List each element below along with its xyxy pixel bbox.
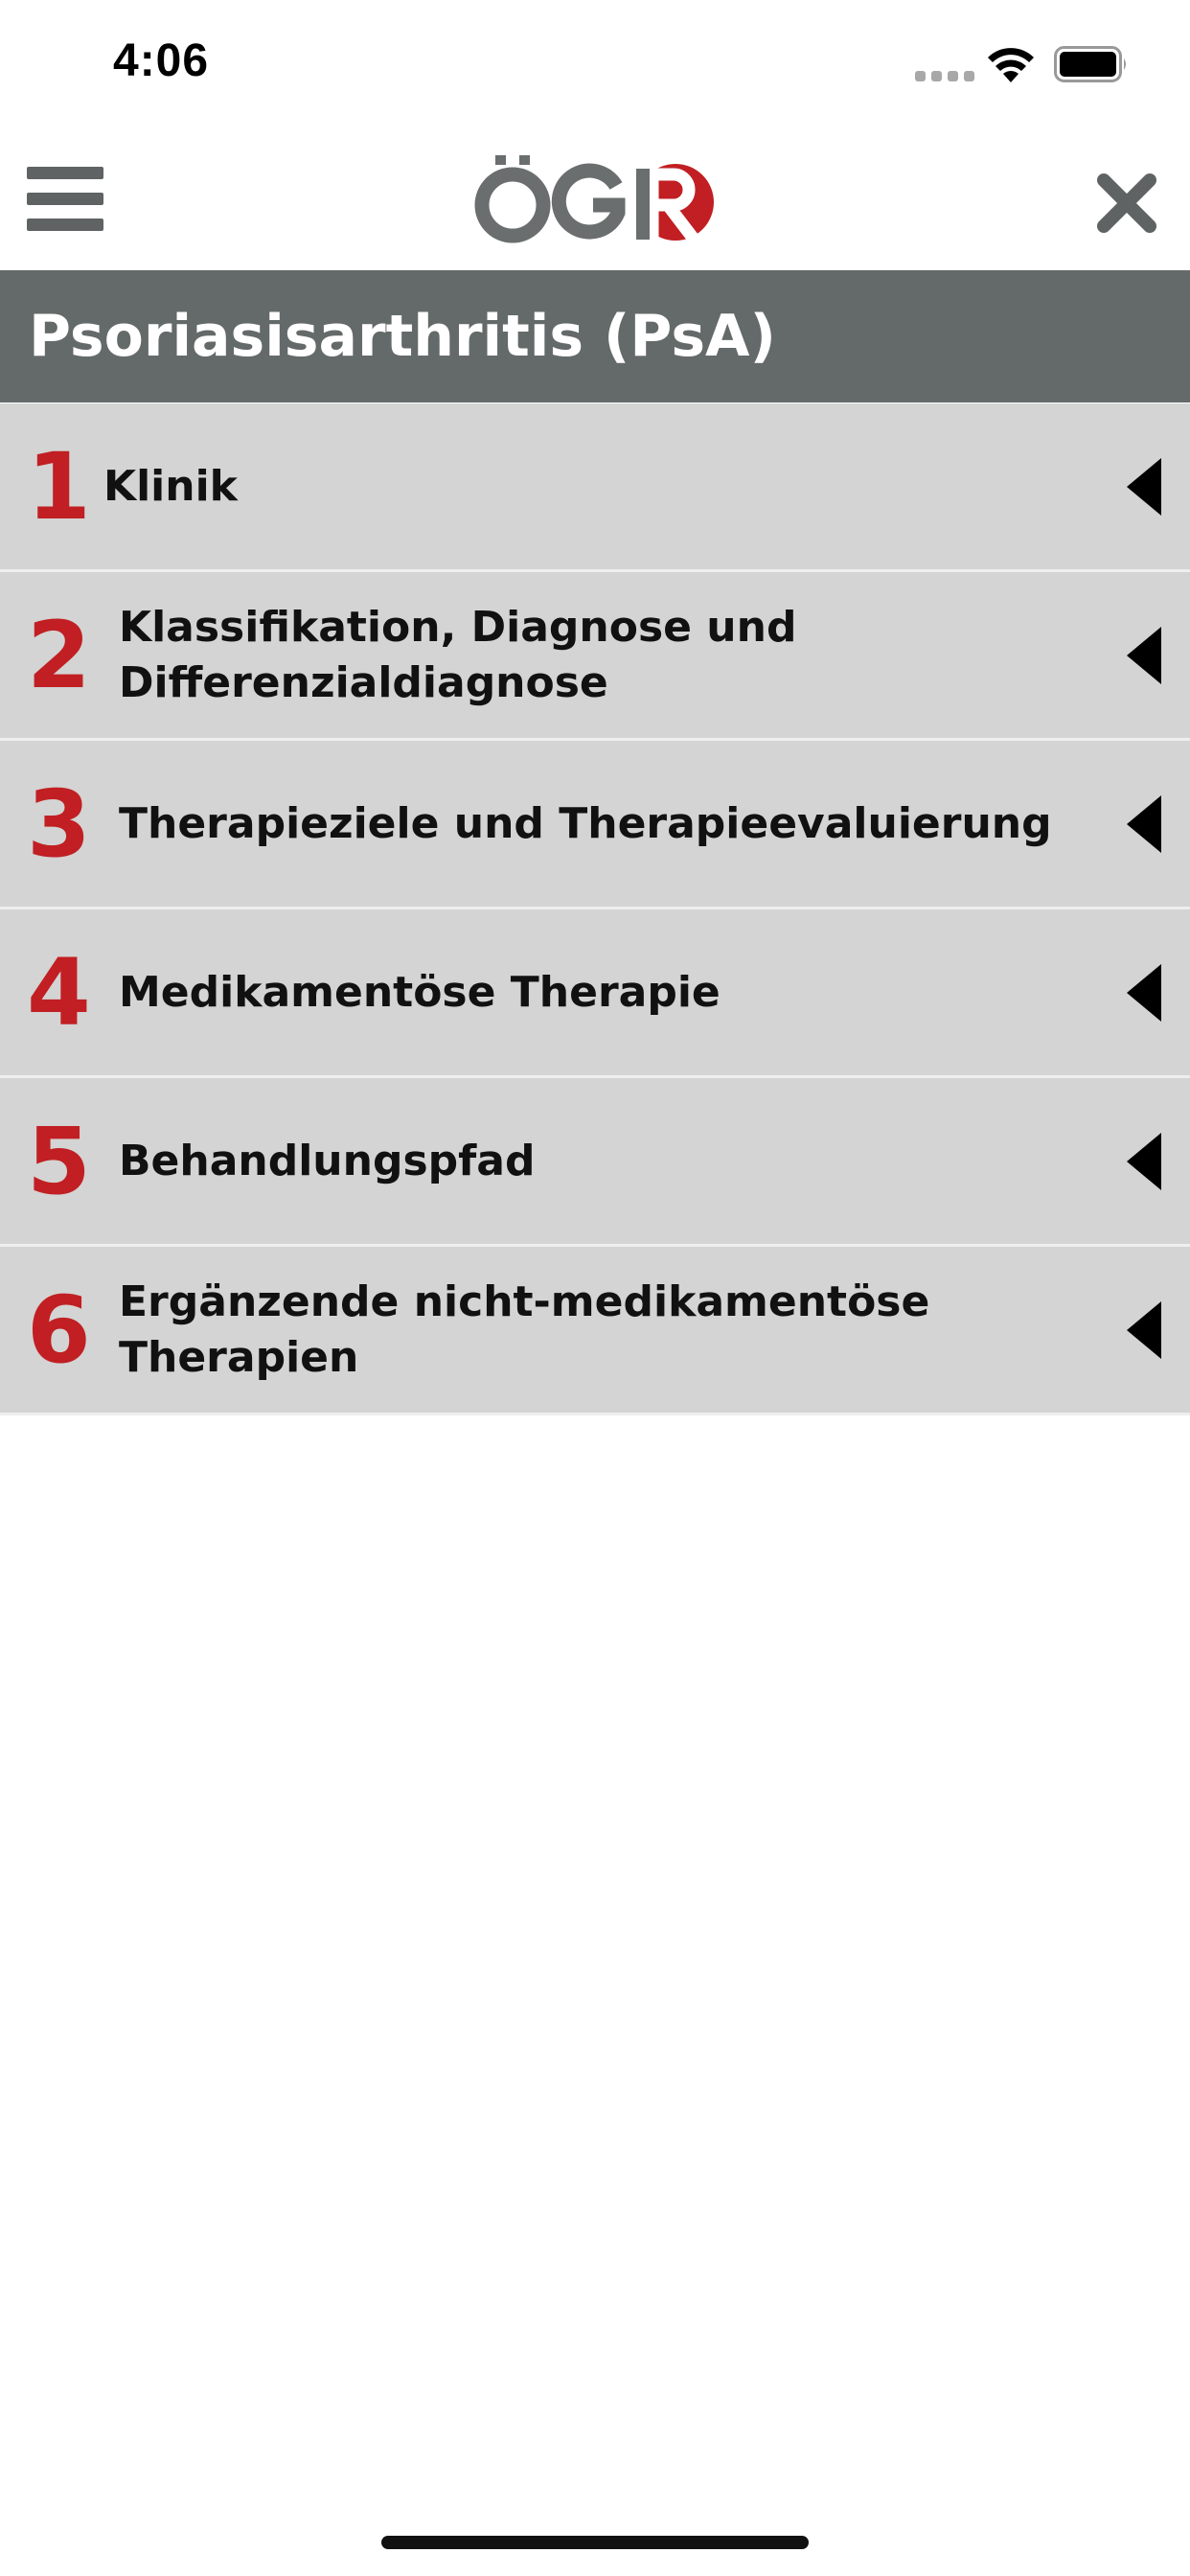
chapter-label: Behandlungspfad	[119, 1136, 536, 1185]
cellular-signal-icon	[915, 71, 974, 81]
chapter-number: 3	[27, 770, 91, 878]
ogr-logo	[474, 155, 714, 243]
chapter-label: Klassifikation, Diagnose und Differenzia…	[119, 602, 797, 707]
chapter-number: 1	[27, 432, 91, 540]
section-header: Psoriasisarthritis (PsA)	[0, 270, 1190, 402]
chapter-number: 4	[27, 938, 91, 1046]
chapter-item-therapieziele[interactable]: 3 Therapieziele und Therapieevaluierung	[0, 741, 1190, 909]
chapter-item-ergaenzende-therapien[interactable]: 6 Ergänzende nicht-medikamentöse Therapi…	[0, 1247, 1190, 1415]
chapter-item-klassifikation[interactable]: 2 Klassifikation, Diagnose und Differenz…	[0, 572, 1190, 741]
status-time: 4:06	[113, 35, 210, 86]
arrow-left-icon	[1127, 626, 1161, 684]
chapter-item-behandlungspfad[interactable]: 5 Behandlungspfad	[0, 1078, 1190, 1247]
arrow-left-icon	[1127, 1132, 1161, 1190]
chapter-label: Therapieziele und Therapieevaluierung	[119, 798, 1052, 848]
chapter-label: Medikamentöse Therapie	[119, 967, 721, 1017]
chapter-number: 5	[27, 1107, 91, 1215]
section-title: Psoriasisarthritis (PsA)	[29, 303, 776, 370]
chapter-number: 6	[27, 1276, 91, 1384]
arrow-left-icon	[1127, 963, 1161, 1022]
navigation-bar	[0, 126, 1190, 270]
chapter-label: Klinik	[103, 461, 238, 511]
chapter-item-medikamentoese-therapie[interactable]: 4 Medikamentöse Therapie	[0, 909, 1190, 1078]
chapter-item-klinik[interactable]: 1 Klinik	[0, 403, 1190, 572]
arrow-left-icon	[1127, 794, 1161, 853]
chapter-label: Ergänzende nicht-medikamentöse Therapien	[119, 1276, 930, 1382]
arrow-left-icon	[1127, 1300, 1161, 1359]
close-icon[interactable]	[1096, 172, 1157, 234]
wifi-icon	[988, 48, 1034, 82]
chapter-list: 1 Klinik 2 Klassifikation, Diagnose und …	[0, 403, 1190, 1415]
arrow-left-icon	[1127, 457, 1161, 516]
home-indicator[interactable]	[381, 2536, 809, 2549]
chapter-number: 2	[27, 601, 91, 709]
battery-icon	[1054, 46, 1126, 82]
status-bar: 4:06	[0, 0, 1190, 126]
hamburger-menu-icon[interactable]	[27, 167, 103, 232]
